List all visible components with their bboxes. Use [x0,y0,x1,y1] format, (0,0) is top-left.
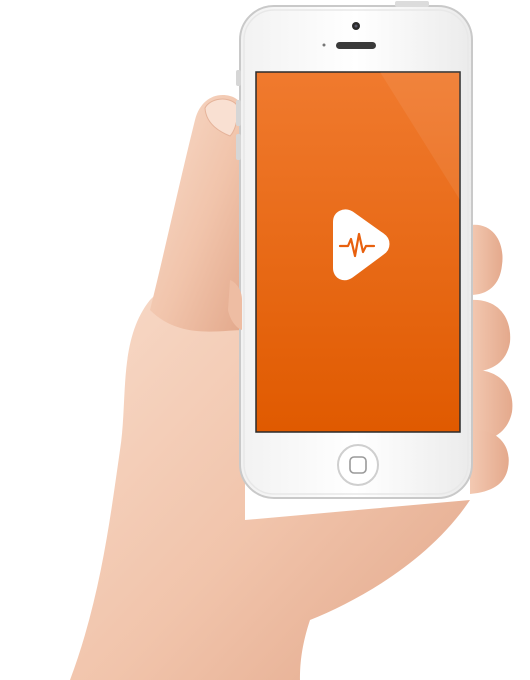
finger-1 [470,224,503,295]
hand-holding-phone-illustration [70,1,513,680]
earpiece-speaker [336,42,376,49]
volume-button [236,70,241,86]
side-button-top [395,1,429,7]
product-photo [0,0,530,680]
finger-2 [470,299,511,372]
home-button [337,444,379,486]
finger-4 [470,429,509,494]
